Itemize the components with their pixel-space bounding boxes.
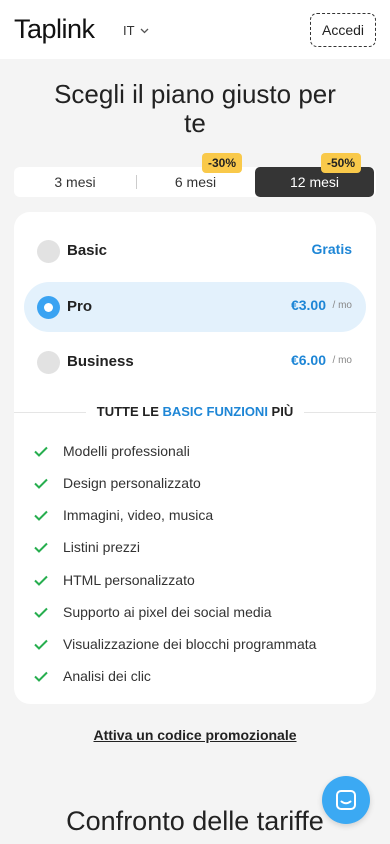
promo-code-link[interactable]: Attiva un codice promozionale xyxy=(0,727,390,743)
feature-item: Visualizzazione dei blocchi programmata xyxy=(34,634,316,654)
discount-badge-12-months: -50% xyxy=(321,153,362,173)
check-icon xyxy=(34,542,48,553)
language-code: IT xyxy=(123,23,135,38)
check-icon xyxy=(34,639,48,650)
feature-item: Modelli professionali xyxy=(34,441,190,461)
features-heading-prefix: TUTTE LE xyxy=(96,404,163,419)
feature-item: Design personalizzato xyxy=(34,473,201,493)
feature-label: Immagini, video, musica xyxy=(63,507,214,523)
plan-name: Business xyxy=(67,353,134,370)
check-icon xyxy=(34,510,48,521)
radio-basic[interactable] xyxy=(37,240,60,263)
plan-option-basic[interactable]: Basic Gratis xyxy=(24,226,366,276)
feature-item: Immagini, video, musica xyxy=(34,505,213,525)
plan-price: €3.00 xyxy=(290,297,326,313)
plan-price-unit: / mo xyxy=(332,300,352,311)
feature-label: Supporto ai pixel dei social media xyxy=(63,604,272,620)
features-heading: TUTTE LE BASIC FUNZIONI PIÙ xyxy=(14,404,376,419)
plan-price: €6.00 xyxy=(290,352,326,368)
check-icon xyxy=(34,446,48,457)
language-selector[interactable]: IT xyxy=(123,23,149,38)
feature-label: Design personalizzato xyxy=(63,475,201,491)
tab-3-months[interactable]: 3 mesi xyxy=(14,167,136,197)
radio-pro[interactable] xyxy=(37,296,60,319)
features-heading-link[interactable]: BASIC FUNZIONI xyxy=(162,404,267,419)
check-icon xyxy=(34,575,48,586)
feature-label: Analisi dei clic xyxy=(63,668,151,684)
top-header: Taplink IT Accedi xyxy=(0,0,390,59)
taplink-logo[interactable]: Taplink xyxy=(14,14,95,45)
check-icon xyxy=(34,478,48,489)
chat-icon xyxy=(336,790,356,810)
plan-option-pro[interactable]: Pro €3.00 / mo xyxy=(24,282,366,332)
check-icon xyxy=(34,671,48,682)
plan-name: Pro xyxy=(67,298,93,315)
feature-item: Analisi dei clic xyxy=(34,666,151,686)
feature-label: Listini prezzi xyxy=(63,539,141,555)
feature-label: Modelli professionali xyxy=(63,443,190,459)
chat-button[interactable] xyxy=(322,776,370,824)
discount-badge-6-months: -30% xyxy=(202,153,243,173)
feature-label: Visualizzazione dei blocchi programmata xyxy=(63,636,317,652)
plan-price-unit: / mo xyxy=(332,355,352,366)
plan-option-business[interactable]: Business €6.00 / mo xyxy=(24,337,366,387)
features-heading-suffix: PIÙ xyxy=(267,404,294,419)
radio-business[interactable] xyxy=(37,351,60,374)
feature-label: HTML personalizzato xyxy=(63,572,195,588)
chevron-down-icon xyxy=(140,28,149,33)
plan-name: Basic xyxy=(67,242,108,259)
feature-item: Listini prezzi xyxy=(34,537,140,557)
plan-card: Basic Gratis Pro €3.00 / mo Business €6.… xyxy=(14,212,376,704)
plan-price: Gratis xyxy=(311,241,352,257)
check-icon xyxy=(34,607,48,618)
login-button[interactable]: Accedi xyxy=(310,13,376,47)
feature-item: Supporto ai pixel dei social media xyxy=(34,602,272,622)
feature-item: HTML personalizzato xyxy=(34,570,195,590)
page-title: Scegli il piano giusto per te xyxy=(54,79,336,138)
